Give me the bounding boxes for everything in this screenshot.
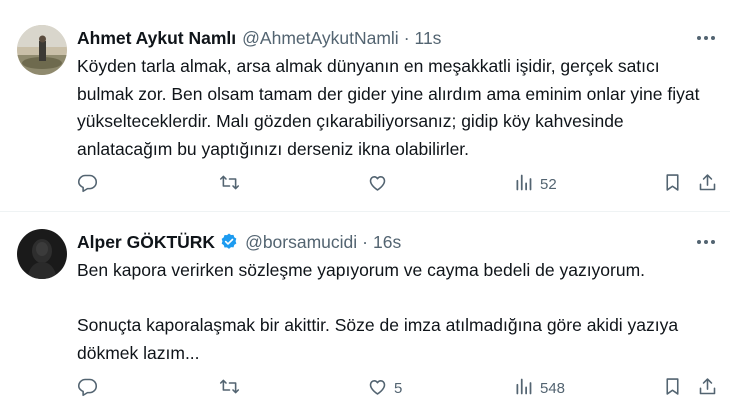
retweet-button[interactable] [219, 172, 240, 197]
view-count: 52 [540, 175, 557, 193]
retweet-button[interactable] [219, 376, 240, 401]
bookmark-icon [662, 172, 683, 197]
reply-icon [77, 172, 98, 197]
tweet-header: Ahmet Aykut Namlı @AhmetAykutNamli · 11s [77, 26, 730, 50]
timestamp[interactable]: 16s [373, 232, 401, 253]
tweet[interactable]: Ahmet Aykut Namlı @AhmetAykutNamli · 11s… [0, 0, 730, 212]
like-icon [367, 376, 388, 401]
share-button[interactable] [697, 376, 718, 401]
like-button[interactable]: 5 [367, 376, 402, 401]
reply-button[interactable] [77, 172, 98, 197]
more-icon[interactable] [694, 28, 718, 48]
display-name[interactable]: Alper GÖKTÜRK [77, 232, 215, 253]
views-button[interactable]: 52 [513, 172, 557, 197]
retweet-icon [219, 172, 240, 197]
more-icon[interactable] [694, 232, 718, 252]
bookmark-icon [662, 376, 683, 401]
avatar[interactable] [17, 229, 67, 279]
retweet-icon [219, 376, 240, 401]
like-icon [367, 172, 388, 197]
share-icon [697, 172, 718, 197]
action-bar: 52 [77, 171, 720, 197]
verified-badge-icon [219, 232, 239, 252]
user-handle[interactable]: @borsamucidi [245, 232, 357, 253]
views-button[interactable]: 548 [513, 376, 565, 401]
timestamp[interactable]: 11s [415, 28, 442, 49]
view-count: 548 [540, 379, 566, 397]
bookmark-button[interactable] [662, 376, 683, 401]
views-icon [513, 172, 534, 197]
user-handle[interactable]: @AhmetAykutNamli [242, 28, 399, 49]
tweet[interactable]: Alper GÖKTÜRK @borsamucidi · 16s Ben kap… [0, 212, 730, 420]
display-name[interactable]: Ahmet Aykut Namlı [77, 28, 236, 49]
action-bar: 5 548 [77, 375, 720, 401]
tweet-text: Ben kapora verirken sözleşme yapıyorum v… [77, 260, 679, 363]
avatar[interactable] [17, 25, 67, 75]
like-button[interactable] [367, 172, 394, 197]
bookmark-button[interactable] [662, 172, 683, 197]
separator-dot: · [362, 231, 368, 252]
separator-dot: · [403, 27, 410, 48]
reply-icon [77, 376, 98, 401]
share-icon [697, 376, 718, 401]
tweet-header: Alper GÖKTÜRK @borsamucidi · 16s [77, 230, 730, 254]
views-icon [513, 376, 534, 401]
tweet-text: Köyden tarla almak, arsa almak dünyanın … [77, 56, 700, 159]
like-count: 5 [394, 379, 403, 397]
reply-button[interactable] [77, 376, 98, 401]
share-button[interactable] [697, 172, 718, 197]
